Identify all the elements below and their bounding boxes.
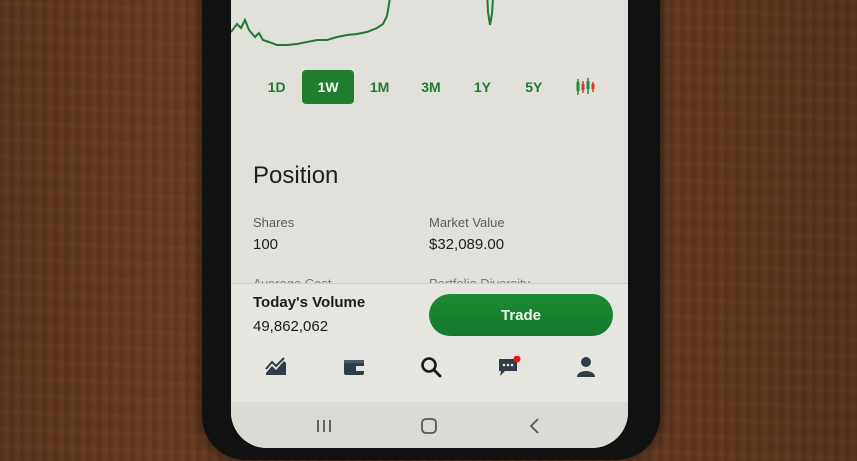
chart-icon xyxy=(265,357,286,375)
range-1m[interactable]: 1M xyxy=(354,70,405,104)
shares-value: 100 xyxy=(253,236,279,253)
tab-profile[interactable] xyxy=(571,352,601,382)
tab-investing[interactable] xyxy=(261,352,291,382)
market-value-value: $32,089.00 xyxy=(429,236,505,253)
shares-label: Shares xyxy=(253,215,295,230)
todays-volume-label: Today's Volume xyxy=(253,294,366,311)
trade-button[interactable]: Trade xyxy=(429,294,613,336)
todays-volume-value: 49,862,062 xyxy=(253,318,329,335)
search-icon xyxy=(421,357,442,378)
tab-wallet[interactable] xyxy=(339,352,369,382)
market-value-label: Market Value xyxy=(429,215,505,230)
recents-button[interactable] xyxy=(304,411,344,441)
app-screen: 1D 1W 1M 3M 1Y 5Y Position Shares 100 Ma… xyxy=(231,0,628,448)
bottom-tab-bar xyxy=(261,352,601,382)
price-chart xyxy=(231,0,494,46)
back-button[interactable] xyxy=(515,411,555,441)
recents-icon xyxy=(316,419,331,432)
range-5y[interactable]: 5Y xyxy=(508,70,559,104)
chat-icon xyxy=(498,356,520,376)
home-button[interactable] xyxy=(409,411,449,441)
time-range-selector: 1D 1W 1M 3M 1Y 5Y xyxy=(251,70,611,104)
range-3m[interactable]: 3M xyxy=(405,70,456,104)
home-icon xyxy=(421,417,438,434)
range-1y[interactable]: 1Y xyxy=(457,70,508,104)
profile-icon xyxy=(577,357,595,377)
wallet-icon xyxy=(343,360,364,375)
bottom-panel: Today's Volume 49,862,062 Trade xyxy=(231,283,628,448)
tab-messages[interactable] xyxy=(494,352,524,382)
system-navigation-bar xyxy=(231,402,628,448)
tab-search[interactable] xyxy=(416,352,446,382)
range-1d[interactable]: 1D xyxy=(251,70,302,104)
position-title: Position xyxy=(253,162,339,189)
candlestick-icon xyxy=(576,78,595,95)
average-cost-label: Average Cost xyxy=(253,276,332,283)
range-1w[interactable]: 1W xyxy=(302,70,354,104)
candlestick-toggle[interactable] xyxy=(560,70,611,104)
back-icon xyxy=(529,417,539,434)
portfolio-diversity-label: Portfolio Diversity xyxy=(429,276,530,283)
